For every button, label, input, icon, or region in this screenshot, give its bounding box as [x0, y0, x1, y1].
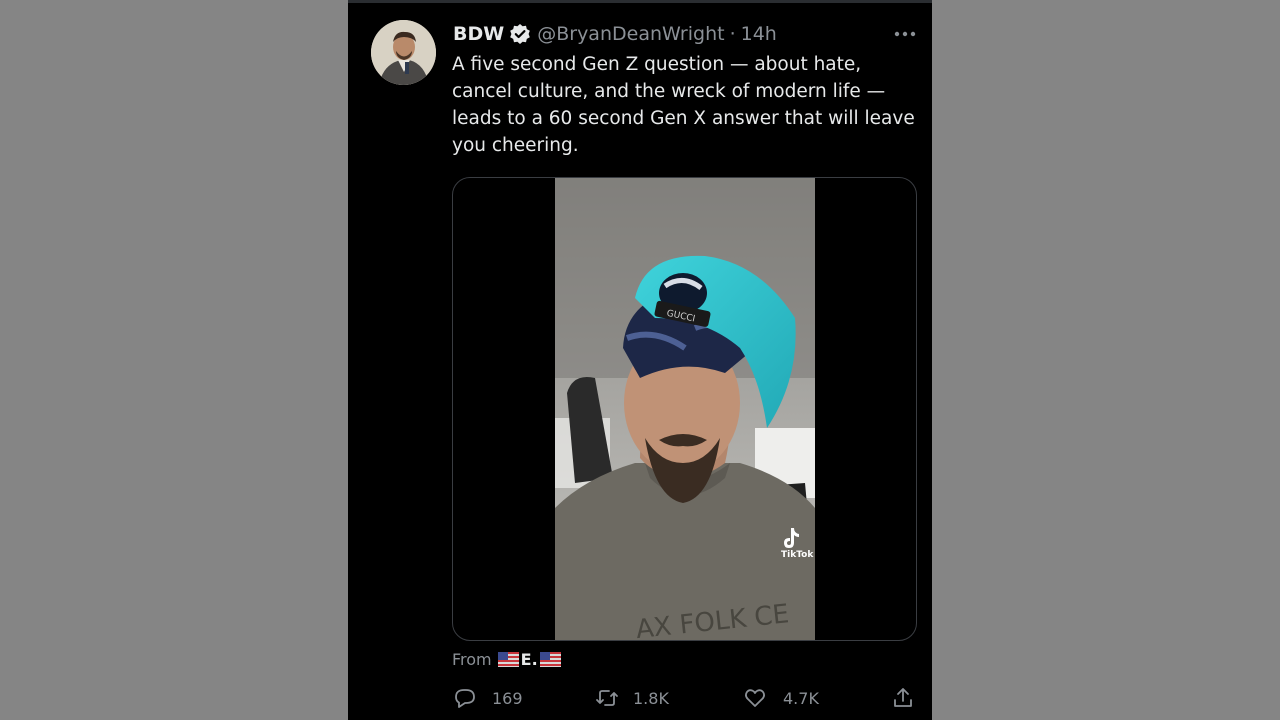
share-icon — [894, 688, 912, 707]
avatar-photo — [371, 20, 436, 85]
tweet-text: A five second Gen Z question — about hat… — [452, 54, 915, 156]
reply-count: 169 — [492, 688, 523, 708]
us-flag-icon — [539, 651, 561, 667]
us-flag-icon — [497, 651, 519, 667]
like-button[interactable]: 4.7K — [743, 683, 819, 713]
share-button[interactable] — [891, 683, 915, 713]
retweet-icon — [596, 690, 618, 706]
reply-button[interactable]: 169 — [453, 683, 523, 713]
verified-badge-icon — [509, 23, 531, 45]
retweet-button[interactable]: 1.8K — [595, 683, 669, 713]
retweet-count: 1.8K — [633, 688, 669, 708]
tweet-panel: BDW @BryanDeanWright · 14h A five second… — [348, 0, 932, 720]
tweet-header: BDW @BryanDeanWright · 14h — [453, 19, 913, 49]
display-name[interactable]: BDW — [453, 23, 504, 45]
video-player[interactable]: AX FOLK CE GUCCI TikTok — [452, 177, 917, 641]
quote-source[interactable]: From E. — [452, 647, 561, 671]
tiktok-watermark: TikTok — [781, 550, 814, 560]
user-handle[interactable]: @BryanDeanWright — [537, 23, 724, 45]
avatar[interactable] — [371, 20, 436, 85]
video-still: AX FOLK CE GUCCI TikTok — [555, 178, 815, 640]
separator-dot: · — [729, 23, 736, 45]
tweet-actions: 169 1.8K 4.7K — [348, 683, 932, 713]
source-name[interactable]: E. — [521, 650, 538, 669]
reply-icon — [455, 689, 475, 708]
video-frame[interactable]: AX FOLK CE GUCCI TikTok — [555, 178, 815, 640]
more-options-icon[interactable] — [892, 21, 918, 47]
like-count: 4.7K — [783, 688, 819, 708]
timestamp[interactable]: 14h — [741, 23, 777, 45]
heart-icon — [745, 689, 765, 707]
from-label: From — [452, 649, 492, 669]
